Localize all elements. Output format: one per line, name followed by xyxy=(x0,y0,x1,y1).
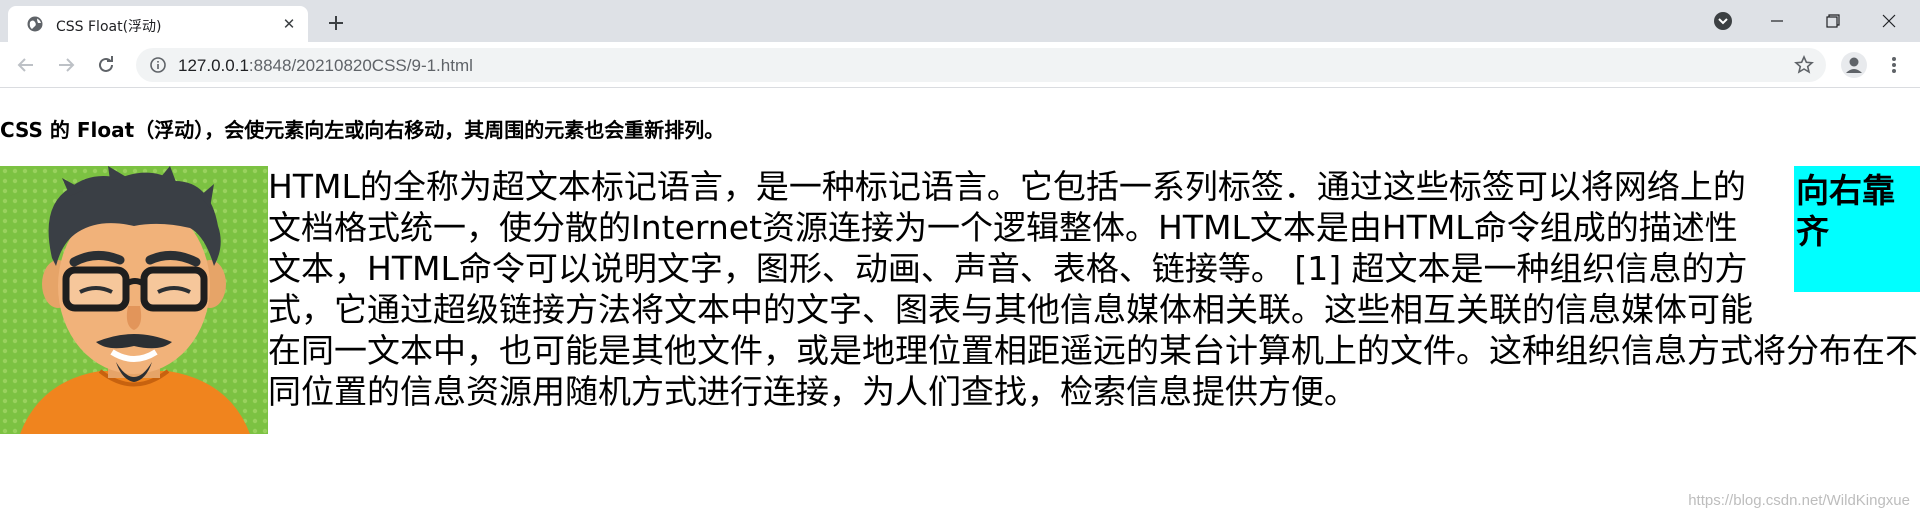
watermark: https://blog.csdn.net/WildKingxue xyxy=(1688,492,1910,509)
tab-title: CSS Float(浮动) xyxy=(56,19,162,35)
url-text[interactable]: 127.0.0.1:8848/20210820CSS/9-1.html xyxy=(178,56,473,76)
globe-icon xyxy=(27,16,43,32)
arrow-right-icon xyxy=(59,58,75,72)
tab-strip: CSS Float(浮动) ✕ xyxy=(0,0,1920,42)
restore-icon xyxy=(1826,14,1840,28)
tab-close-icon[interactable]: ✕ xyxy=(280,15,298,33)
minimize-button[interactable] xyxy=(1754,0,1800,42)
info-icon[interactable] xyxy=(150,57,166,73)
new-tab-button[interactable] xyxy=(322,9,350,37)
address-bar[interactable]: 127.0.0.1:8848/20210820CSS/9-1.html xyxy=(136,48,1826,82)
account-icon xyxy=(1841,52,1867,78)
profile-button[interactable] xyxy=(1840,51,1868,79)
browser-toolbar: 127.0.0.1:8848/20210820CSS/9-1.html xyxy=(0,42,1920,88)
float-demo: 向右靠齐 HTML的全称为超文本标记语言，是一种标记语言。它包括一系列标签．通过… xyxy=(0,166,1920,434)
close-icon xyxy=(1882,14,1896,28)
browser-tab[interactable]: CSS Float(浮动) ✕ xyxy=(8,6,308,42)
star-icon[interactable] xyxy=(1794,55,1814,75)
tab-search-button[interactable] xyxy=(1700,0,1746,42)
page-heading: CSS 的 Float（浮动），会使元素向左或向右移动，其周围的元素也会重新排列… xyxy=(0,118,725,142)
close-window-button[interactable] xyxy=(1866,0,1912,42)
tab-search-icon xyxy=(1714,12,1732,30)
reload-button[interactable] xyxy=(92,51,120,79)
reload-icon xyxy=(99,56,113,72)
forward-button[interactable] xyxy=(52,51,80,79)
arrow-left-icon xyxy=(17,58,33,72)
url-path: :8848/20210820CSS/9-1.html xyxy=(248,56,473,75)
menu-button[interactable] xyxy=(1880,51,1908,79)
minimize-icon xyxy=(1771,20,1783,22)
body-paragraph: HTML的全称为超文本标记语言，是一种标记语言。它包括一系列标签．通过这些标签可… xyxy=(268,167,1918,411)
kebab-menu-icon xyxy=(1892,57,1896,73)
url-host: 127.0.0.1 xyxy=(178,56,249,75)
avatar-image xyxy=(0,166,268,434)
plus-icon xyxy=(329,16,343,30)
back-button[interactable] xyxy=(12,51,40,79)
page-content: CSS 的 Float（浮动），会使元素向左或向右移动，其周围的元素也会重新排列… xyxy=(0,88,1920,513)
maximize-button[interactable] xyxy=(1810,0,1856,42)
right-float-box: 向右靠齐 xyxy=(1794,166,1920,292)
